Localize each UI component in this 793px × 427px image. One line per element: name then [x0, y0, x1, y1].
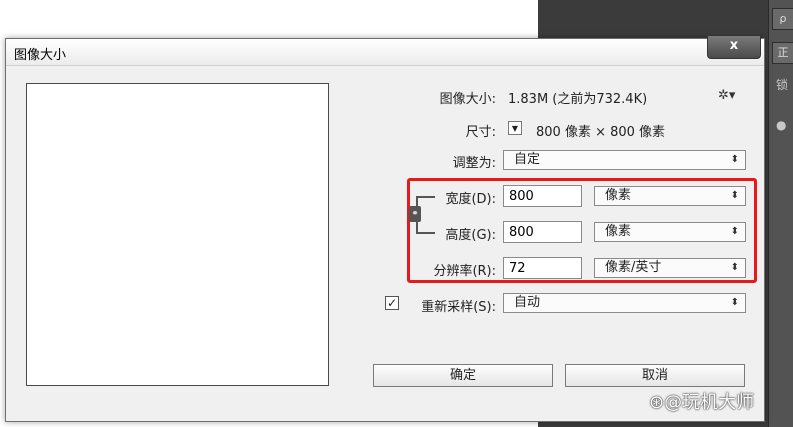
- height-unit-value: 像素: [605, 224, 632, 239]
- chevron-updown-icon: ⬍: [730, 226, 739, 237]
- dimensions-unit-dropdown[interactable]: ▼: [508, 121, 522, 135]
- chain-link-icon[interactable]: ⚭: [409, 206, 421, 222]
- chevron-updown-icon: ⬍: [730, 190, 739, 201]
- image-size-value: 1.83M (之前为732.4K): [508, 92, 648, 107]
- dialog-titlebar: 图像大小 x: [6, 35, 764, 66]
- fit-to-value: 自定: [514, 152, 541, 167]
- close-button[interactable]: x: [707, 35, 761, 59]
- resolution-unit-value: 像素/英寸: [605, 260, 662, 275]
- panel-search-button[interactable]: ρ: [772, 8, 793, 30]
- panel-lock-label: 锁: [776, 78, 789, 92]
- image-preview[interactable]: [26, 83, 329, 386]
- panel-eye-icon[interactable]: ●: [776, 118, 786, 132]
- fit-to-label: 调整为:: [452, 156, 496, 171]
- height-label: 高度(G):: [445, 228, 496, 243]
- resolution-label: 分辨率(R):: [433, 264, 496, 279]
- chevron-updown-icon: ⬍: [730, 262, 739, 273]
- background-side-panel: [768, 0, 793, 427]
- resolution-unit-select[interactable]: 像素/英寸 ⬍: [594, 258, 746, 278]
- resample-value: 自动: [514, 295, 541, 310]
- chevron-updown-icon: ⬍: [730, 154, 739, 165]
- dimensions-value: 800 像素 × 800 像素: [536, 125, 666, 140]
- resample-checkbox[interactable]: ✓: [385, 296, 399, 310]
- dialog-title: 图像大小: [14, 48, 67, 63]
- height-input[interactable]: [503, 221, 582, 243]
- resample-select[interactable]: 自动 ⬍: [503, 293, 746, 313]
- image-size-label: 图像大小:: [439, 92, 496, 107]
- resolution-input[interactable]: [503, 257, 582, 279]
- watermark: ⊛@玩机大师: [649, 392, 755, 413]
- resample-label: 重新采样(S):: [421, 300, 496, 315]
- width-unit-value: 像素: [605, 188, 632, 203]
- panel-button[interactable]: 正: [772, 42, 793, 64]
- width-input[interactable]: [503, 185, 582, 207]
- fit-to-select[interactable]: 自定 ⬍: [503, 150, 746, 170]
- width-label: 宽度(D):: [445, 192, 496, 207]
- constrain-bracket-bottom: [416, 232, 435, 234]
- cancel-button[interactable]: 取消: [565, 364, 745, 387]
- height-unit-select[interactable]: 像素 ⬍: [594, 222, 746, 242]
- gear-icon[interactable]: ✲▾: [718, 88, 735, 103]
- ok-button[interactable]: 确定: [373, 364, 553, 387]
- width-unit-select[interactable]: 像素 ⬍: [594, 186, 746, 206]
- chevron-updown-icon: ⬍: [730, 297, 739, 308]
- dimensions-label: 尺寸:: [465, 125, 496, 140]
- constrain-bracket-top: [416, 196, 435, 198]
